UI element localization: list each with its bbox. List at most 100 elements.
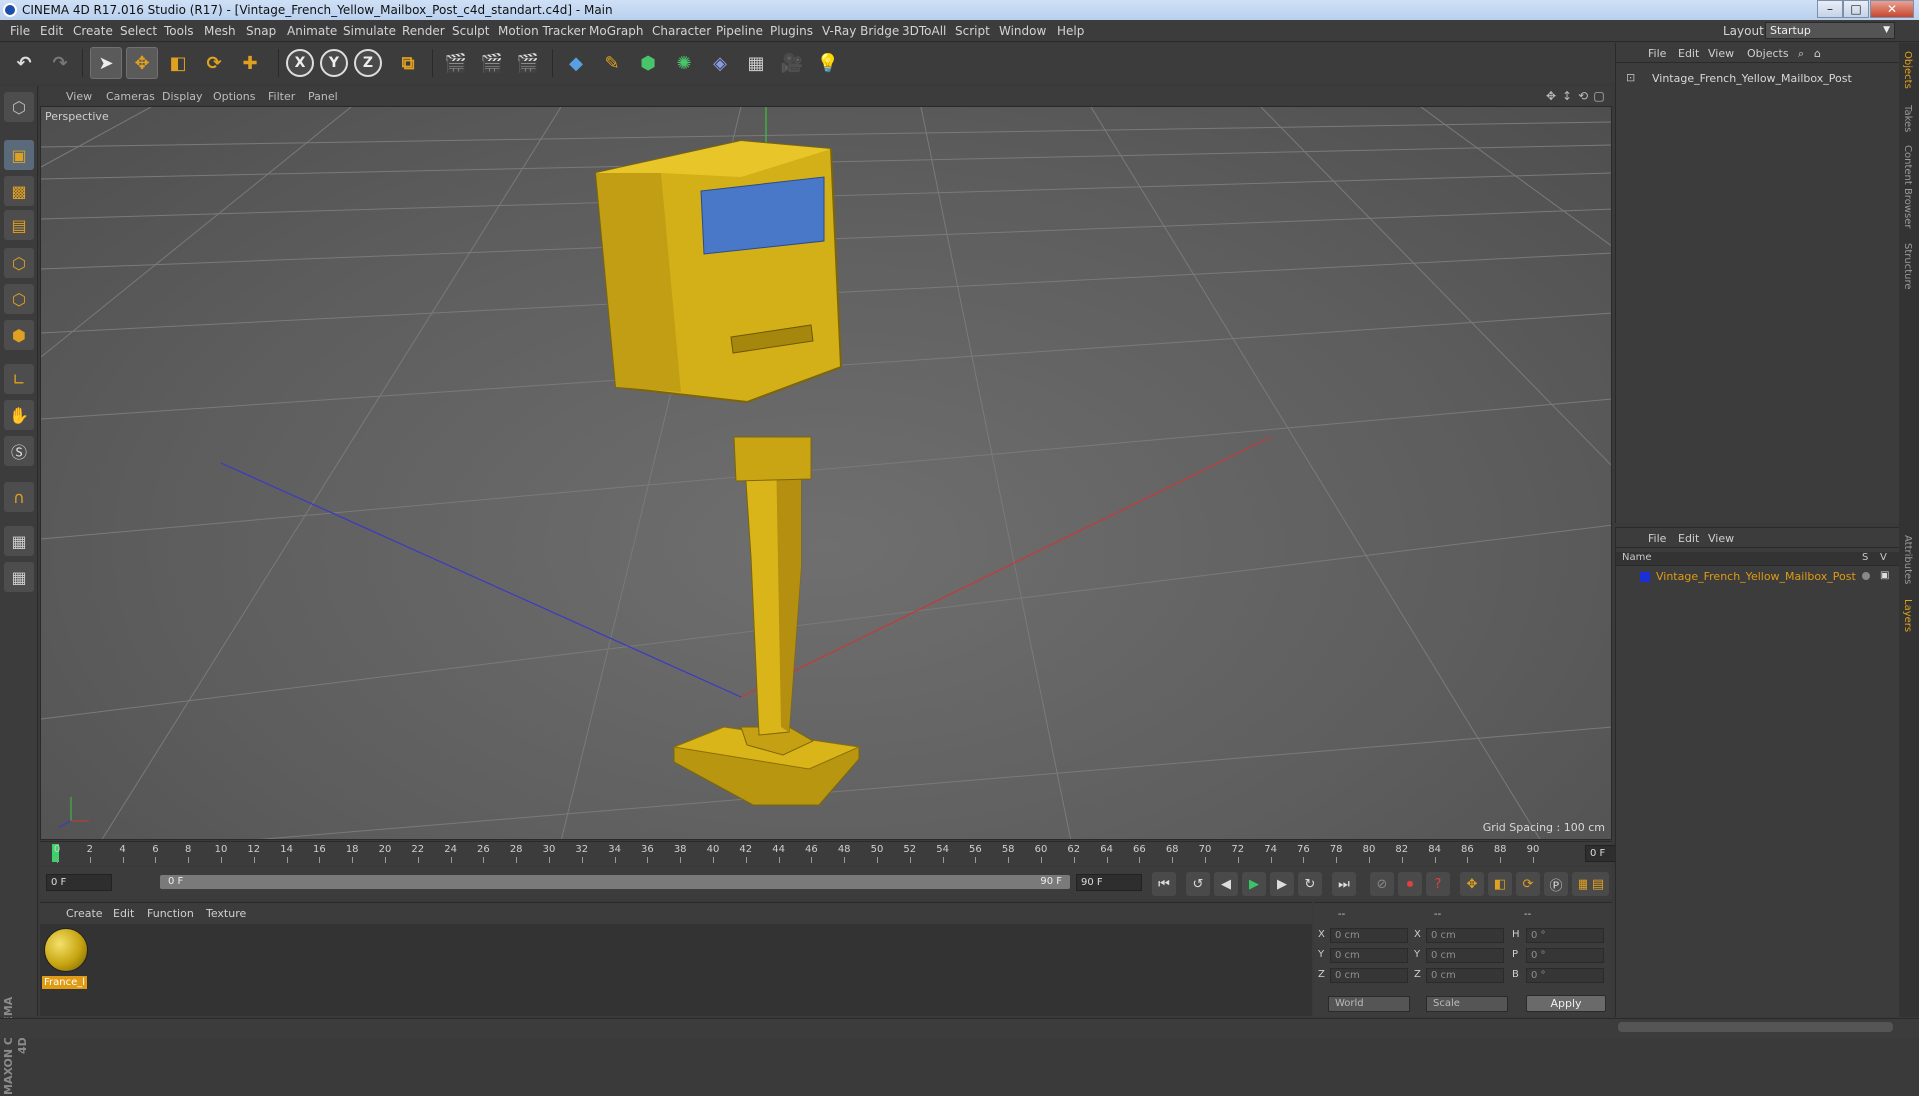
move-tool-icon[interactable]: ✥ [126,47,158,79]
polygons-mode-icon[interactable]: ⬢ [4,320,34,350]
menu-pipeline[interactable]: Pipeline [716,24,763,38]
side-tab-attributes[interactable]: Attributes [1902,535,1913,584]
render-picture-viewer-icon[interactable]: 🎬 [476,47,508,79]
z-axis-lock-icon[interactable]: Z [354,49,382,77]
menu-motion-tracker[interactable]: Motion Tracker [498,24,586,38]
locked-workplane-icon[interactable]: ▦ [4,562,34,592]
render-settings-icon[interactable]: 🎬 [512,47,544,79]
go-to-start-icon[interactable]: ⏮ [1152,872,1176,896]
size-y-field[interactable]: 0 cm [1426,948,1504,963]
menu-create[interactable]: Create [73,24,113,38]
motion-path-icon[interactable]: ⊘ [1370,872,1394,896]
coordinate-space-dropdown[interactable]: World [1328,996,1410,1012]
menu-file[interactable]: File [10,24,30,38]
menu-tools[interactable]: Tools [164,24,194,38]
cube-object-icon[interactable]: ◆ [560,47,592,79]
object-name[interactable]: Vintage_French_Yellow_Mailbox_Post [1652,72,1852,85]
layer-solo-toggle[interactable] [1862,572,1870,580]
objects-menu-view[interactable]: View [1708,47,1734,60]
next-key-icon[interactable]: ↻ [1298,872,1322,896]
position-z-field[interactable]: 0 cm [1330,968,1408,983]
layer-horizontal-scrollbar[interactable] [1618,1022,1893,1032]
material-menu-function[interactable]: Function [147,907,194,920]
size-z-field[interactable]: 0 cm [1426,968,1504,983]
perspective-viewport[interactable]: Perspective Grid Spacing : 100 cm [40,106,1612,840]
material-name[interactable]: France_l [42,976,88,989]
workplane-lock-icon[interactable]: ▦ [4,526,34,556]
timeline-ruler[interactable]: 0 2 4 6 8 10 12 14 16 18 20 22 24 26 28 30 32 34 36 38 40 42 4… [40,841,1655,865]
scale-tool-icon[interactable]: ◧ [162,47,194,79]
texture-mode-icon[interactable]: ▩ [4,176,34,206]
magnet-icon[interactable]: ∩ [4,482,34,512]
objects-menu-file[interactable]: File [1648,47,1666,60]
material-menu-edit[interactable]: Edit [113,907,134,920]
side-tab-takes[interactable]: Takes [1902,105,1913,132]
viewport-menu-panel[interactable]: Panel [308,90,338,103]
menu-help[interactable]: Help [1057,24,1084,38]
live-selection-icon[interactable]: ➤ [90,47,122,79]
menu-window[interactable]: Window [999,24,1046,38]
subdivision-surface-icon[interactable]: ⬢ [632,47,664,79]
record-active-objects-icon[interactable]: ⏺ [1398,872,1422,896]
edges-mode-icon[interactable]: ⬡ [4,284,34,314]
position-x-field[interactable]: 0 cm [1330,928,1408,943]
zoom-view-icon[interactable]: ↕ [1560,89,1574,103]
size-mode-dropdown[interactable]: Scale [1426,996,1508,1012]
key-position-icon[interactable]: ✥ [1460,872,1484,896]
layer-visible-icon[interactable]: ▣ [1880,570,1889,581]
undo-icon[interactable]: ↶ [8,47,40,79]
key-scale-icon[interactable]: ◧ [1488,872,1512,896]
menu-3dtoall[interactable]: 3DToAll [902,24,946,38]
menu-vray-bridge[interactable]: V-Ray Bridge [822,24,899,38]
apply-button[interactable]: Apply [1526,995,1606,1012]
menu-plugins[interactable]: Plugins [770,24,813,38]
go-to-end-icon[interactable]: ⏭ [1332,872,1356,896]
play-icon[interactable]: ▶ [1242,872,1266,896]
model-mode-icon[interactable]: ▣ [4,140,34,170]
axis-mode-icon[interactable]: ∟ [4,364,34,394]
rotation-h-field[interactable]: 0 ° [1526,928,1604,943]
viewport-menu-options[interactable]: Options [213,90,255,103]
side-tab-content-browser[interactable]: Content Browser [1902,145,1913,228]
menu-mograph[interactable]: MoGraph [589,24,644,38]
x-axis-lock-icon[interactable]: X [286,49,314,77]
menu-mesh[interactable]: Mesh [204,24,236,38]
side-tab-structure[interactable]: Structure [1902,243,1913,290]
layers-menu-file[interactable]: File [1648,532,1666,545]
layer-row[interactable]: Vintage_French_Yellow_Mailbox_Post ▣ [1616,569,1899,585]
objects-menu-objects[interactable]: Objects [1747,47,1789,60]
next-frame-icon[interactable]: ▶ [1270,872,1294,896]
key-rotation-icon[interactable]: ⟳ [1516,872,1540,896]
viewport-menu-cameras[interactable]: Cameras [106,90,155,103]
size-x-field[interactable]: 0 cm [1426,928,1504,943]
rotate-tool-icon[interactable]: ⟳ [198,47,230,79]
objects-menu-edit[interactable]: Edit [1678,47,1699,60]
maximize-button[interactable]: □ [1843,0,1869,18]
minimize-button[interactable]: – [1817,0,1843,18]
coordinate-system-icon[interactable]: ⧉ [392,47,424,79]
menu-edit[interactable]: Edit [40,24,63,38]
layer-color-swatch[interactable] [1640,572,1650,582]
rotation-p-field[interactable]: 0 ° [1526,948,1604,963]
menu-animate[interactable]: Animate [287,24,337,38]
layers-menu-edit[interactable]: Edit [1678,532,1699,545]
rotation-b-field[interactable]: 0 ° [1526,968,1604,983]
floor-environment-icon[interactable]: ▦ [740,47,772,79]
layout-dropdown[interactable]: Startup ▼ [1765,22,1895,39]
array-cloner-icon[interactable]: ✺ [668,47,700,79]
layers-menu-view[interactable]: View [1708,532,1734,545]
render-view-icon[interactable]: 🎬 [440,47,472,79]
layer-name[interactable]: Vintage_French_Yellow_Mailbox_Post [1656,570,1856,583]
material-thumbnail[interactable] [44,928,88,972]
end-frame-field[interactable]: 90 F [1076,874,1142,891]
timeline-window-icon[interactable]: ▤ [1587,872,1609,896]
viewport-menu-filter[interactable]: Filter [268,90,295,103]
search-icon[interactable]: ⌕ [1798,47,1804,61]
pan-view-icon[interactable]: ✥ [1544,89,1558,103]
mailbox-post-model[interactable] [594,139,861,806]
menu-select[interactable]: Select [120,24,157,38]
rotate-view-icon[interactable]: ⟲ [1576,89,1590,103]
home-icon[interactable]: ⌂ [1814,47,1821,60]
previous-key-icon[interactable]: ↺ [1186,872,1210,896]
light-icon[interactable]: 💡 [812,47,844,79]
